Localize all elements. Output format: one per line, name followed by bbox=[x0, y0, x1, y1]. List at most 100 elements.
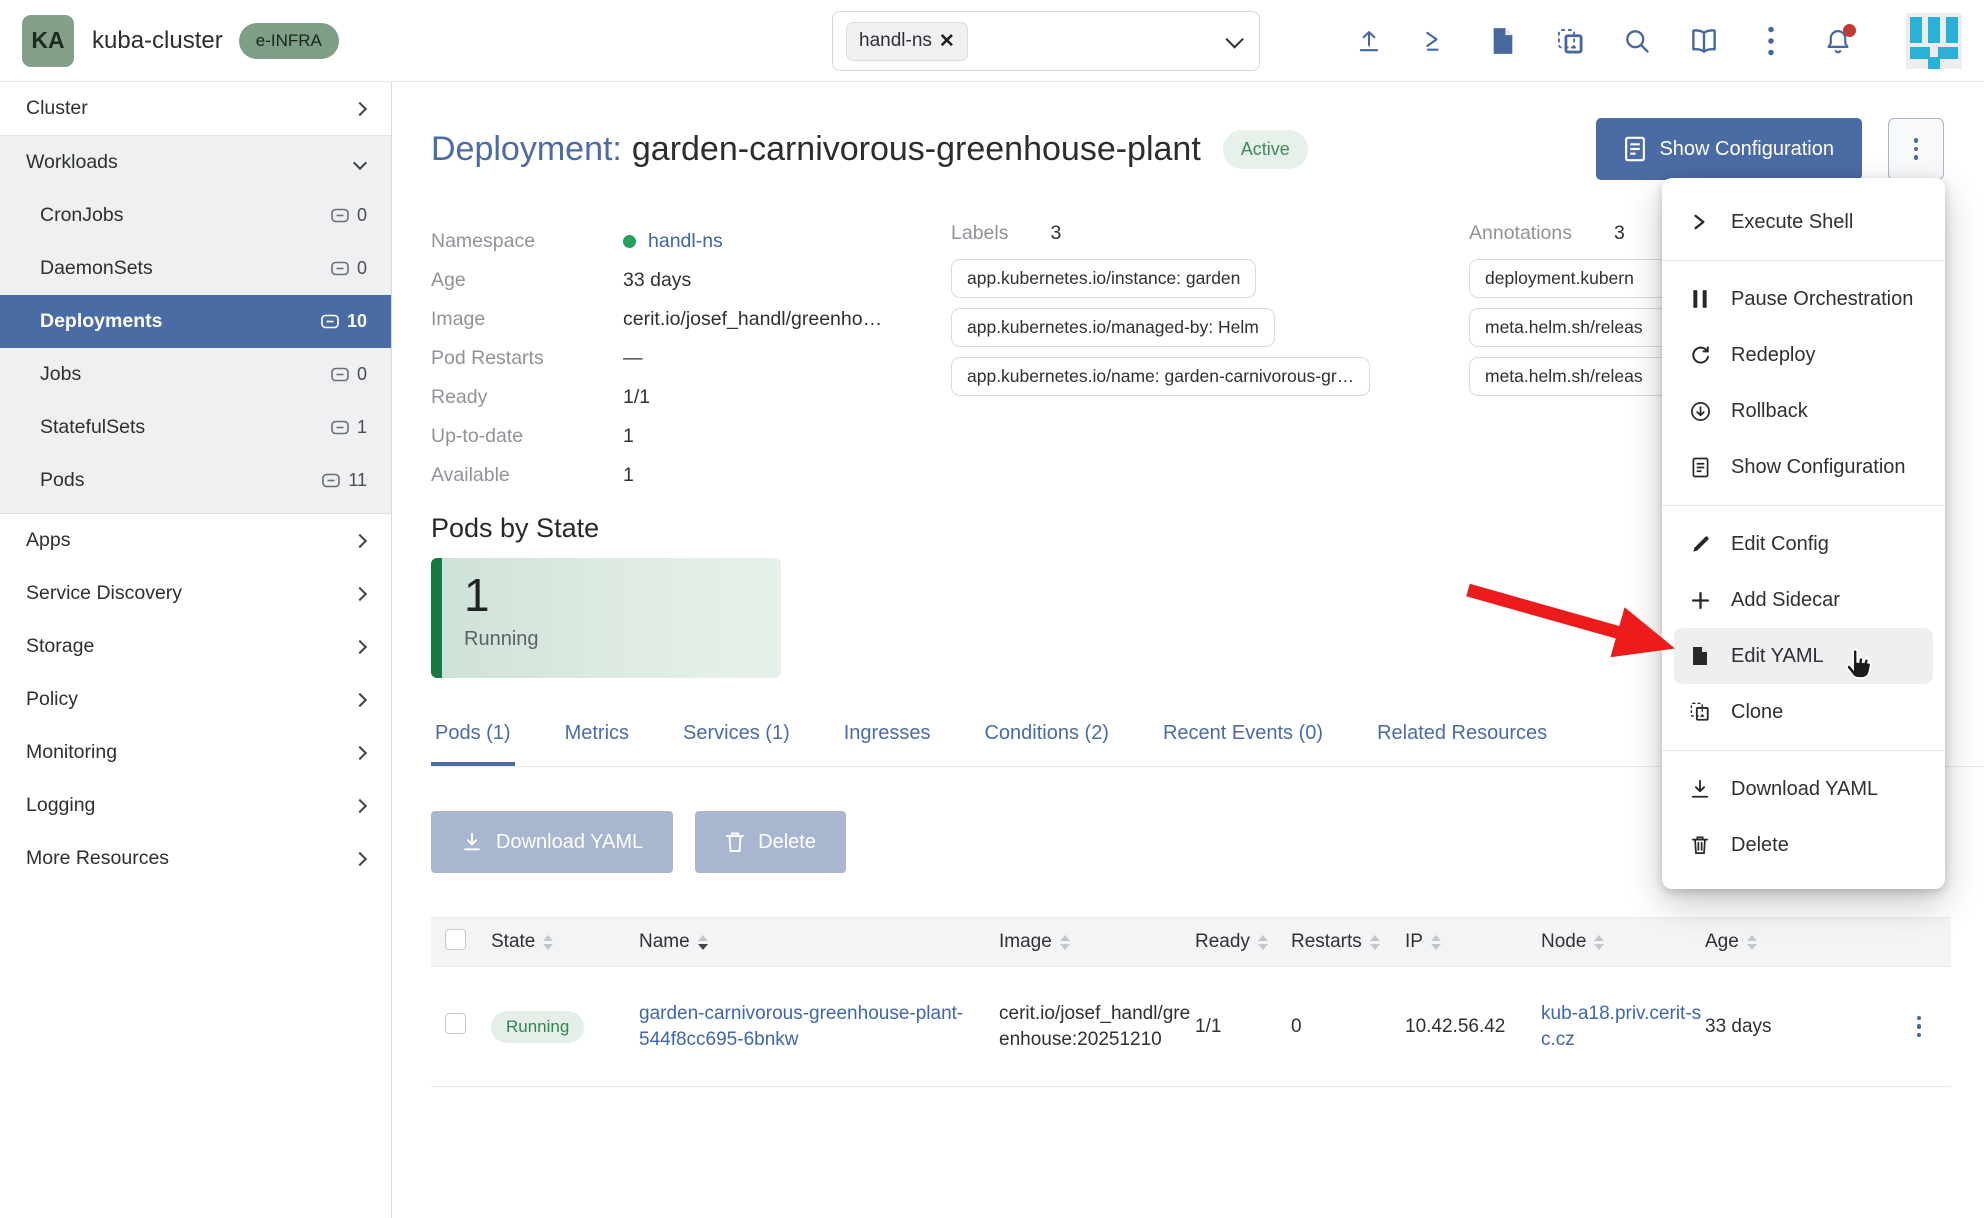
pods-state-card-running[interactable]: 1 Running bbox=[431, 558, 781, 678]
column-header-name[interactable]: Name bbox=[639, 931, 999, 953]
column-header-node[interactable]: Node bbox=[1541, 931, 1705, 953]
chevron-right-icon bbox=[353, 101, 367, 115]
avatar[interactable]: KA bbox=[22, 15, 74, 67]
tab-pods[interactable]: Pods (1) bbox=[431, 722, 515, 766]
resource-actions-menu: Execute Shell Pause Orchestration Redepl… bbox=[1662, 178, 1945, 889]
chevron-right-icon bbox=[353, 851, 367, 865]
menu-item-clone[interactable]: Clone bbox=[1662, 684, 1945, 740]
sidebar-item-pods[interactable]: Pods 11 bbox=[0, 454, 391, 507]
tab-services[interactable]: Services (1) bbox=[679, 722, 794, 766]
cluster-name: kuba-cluster bbox=[92, 27, 223, 55]
column-header-ip[interactable]: IP bbox=[1405, 931, 1541, 953]
column-header-state[interactable]: State bbox=[491, 931, 639, 953]
trash-icon bbox=[1688, 835, 1712, 855]
namespace-status-dot bbox=[623, 235, 636, 248]
pods-table-header: State Name Image Ready Restarts IP Node … bbox=[431, 917, 1951, 967]
labels-column: Labels3 app.kubernetes.io/instance: gard… bbox=[951, 222, 1469, 495]
sidebar-item-logging[interactable]: Logging bbox=[0, 779, 391, 832]
namespace-chip[interactable]: handl-ns ✕ bbox=[846, 22, 968, 61]
rancher-app: KA kuba-cluster e-INFRA handl-ns ✕ bbox=[0, 0, 1984, 1218]
menu-item-edit-config[interactable]: Edit Config bbox=[1662, 516, 1945, 572]
document-lines-icon bbox=[1688, 457, 1712, 478]
namespace-filter[interactable]: handl-ns ✕ bbox=[832, 11, 1260, 71]
column-header-restarts[interactable]: Restarts bbox=[1291, 931, 1405, 953]
menu-item-delete[interactable]: Delete bbox=[1662, 817, 1945, 873]
label-chip: app.kubernetes.io/managed-by: Helm bbox=[951, 308, 1275, 347]
delete-button[interactable]: Delete bbox=[695, 811, 846, 873]
resource-actions-kebab-button[interactable] bbox=[1888, 118, 1944, 180]
sidebar-item-cluster[interactable]: Cluster bbox=[0, 82, 391, 135]
sidebar-item-storage[interactable]: Storage bbox=[0, 620, 391, 673]
sidebar-item-apps[interactable]: Apps bbox=[0, 514, 391, 567]
menu-item-execute-shell[interactable]: Execute Shell bbox=[1662, 194, 1945, 250]
pod-age: 33 days bbox=[1705, 1016, 1869, 1038]
running-label: Running bbox=[464, 628, 781, 651]
tab-conditions[interactable]: Conditions (2) bbox=[980, 722, 1113, 766]
tab-metrics[interactable]: Metrics bbox=[561, 722, 633, 766]
shell-icon bbox=[1688, 213, 1712, 231]
menu-item-download-yaml[interactable]: Download YAML bbox=[1662, 761, 1945, 817]
sidebar-item-deployments[interactable]: Deployments 10 bbox=[0, 295, 391, 348]
labels-count: 3 bbox=[1050, 222, 1061, 245]
menu-item-pause-orchestration[interactable]: Pause Orchestration bbox=[1662, 271, 1945, 327]
menu-item-show-configuration[interactable]: Show Configuration bbox=[1662, 439, 1945, 495]
notifications-bell-icon[interactable] bbox=[1823, 26, 1853, 56]
age-value: 33 days bbox=[623, 269, 691, 292]
menu-item-add-sidecar[interactable]: Add Sidecar bbox=[1662, 572, 1945, 628]
docs-book-icon[interactable] bbox=[1689, 26, 1719, 56]
upload-icon[interactable] bbox=[1354, 26, 1384, 56]
top-header: KA kuba-cluster e-INFRA handl-ns ✕ bbox=[0, 0, 1984, 82]
column-header-image[interactable]: Image bbox=[999, 931, 1195, 953]
pod-name-link[interactable]: garden-carnivorous-greenhouse-plant-544f… bbox=[639, 1003, 963, 1050]
sidebar-item-cronjobs[interactable]: CronJobs 0 bbox=[0, 189, 391, 242]
chevron-right-icon bbox=[353, 639, 367, 653]
namespace-link[interactable]: handl-ns bbox=[648, 230, 723, 253]
row-actions-kebab[interactable] bbox=[1917, 1016, 1922, 1038]
chip-close-icon[interactable]: ✕ bbox=[939, 30, 955, 53]
namespace-chip-label: handl-ns bbox=[859, 30, 932, 52]
count-icon bbox=[331, 420, 349, 435]
file-icon[interactable] bbox=[1488, 26, 1518, 56]
document-icon bbox=[1624, 136, 1646, 162]
cluster-logo[interactable] bbox=[1906, 13, 1962, 69]
label-chip: app.kubernetes.io/instance: garden bbox=[951, 259, 1256, 298]
sidebar-item-service-discovery[interactable]: Service Discovery bbox=[0, 567, 391, 620]
tab-ingresses[interactable]: Ingresses bbox=[840, 722, 935, 766]
chevron-right-icon bbox=[353, 745, 367, 759]
sort-icon bbox=[1258, 935, 1268, 950]
sidebar-item-monitoring[interactable]: Monitoring bbox=[0, 726, 391, 779]
chevron-right-icon bbox=[353, 798, 367, 812]
show-configuration-button[interactable]: Show Configuration bbox=[1596, 118, 1862, 180]
kubectl-shell-icon[interactable] bbox=[1421, 26, 1451, 56]
row-checkbox[interactable] bbox=[445, 1013, 466, 1034]
menu-divider bbox=[1662, 260, 1945, 261]
env-badge: e-INFRA bbox=[239, 23, 339, 59]
select-all-checkbox[interactable] bbox=[445, 929, 466, 950]
search-icon[interactable] bbox=[1622, 26, 1652, 56]
sidebar-item-policy[interactable]: Policy bbox=[0, 673, 391, 726]
menu-item-redeploy[interactable]: Redeploy bbox=[1662, 327, 1945, 383]
tab-related-resources[interactable]: Related Resources bbox=[1373, 722, 1551, 766]
sort-icon bbox=[1431, 935, 1441, 950]
pod-node-link[interactable]: kub-a18.priv.cerit-sc.cz bbox=[1541, 1003, 1701, 1050]
table-row: Running garden-carnivorous-greenhouse-pl… bbox=[431, 967, 1951, 1087]
tab-recent-events[interactable]: Recent Events (0) bbox=[1159, 722, 1327, 766]
sidebar-item-daemonsets[interactable]: DaemonSets 0 bbox=[0, 242, 391, 295]
menu-item-edit-yaml[interactable]: Edit YAML bbox=[1674, 628, 1933, 684]
import-yaml-icon[interactable] bbox=[1555, 26, 1585, 56]
file-solid-icon bbox=[1688, 646, 1712, 666]
image-value: cerit.io/josef_handl/greenho… bbox=[623, 308, 882, 331]
sidebar-item-workloads[interactable]: Workloads bbox=[0, 136, 391, 189]
menu-item-rollback[interactable]: Rollback bbox=[1662, 383, 1945, 439]
column-header-ready[interactable]: Ready bbox=[1195, 931, 1291, 953]
count-icon bbox=[331, 208, 349, 223]
column-header-age[interactable]: Age bbox=[1705, 931, 1869, 953]
pod-restarts-value: — bbox=[623, 347, 643, 370]
resource-type: Deployment: bbox=[431, 130, 622, 169]
kebab-menu-icon[interactable] bbox=[1756, 26, 1786, 56]
kebab-icon bbox=[1914, 138, 1919, 160]
sidebar-item-jobs[interactable]: Jobs 0 bbox=[0, 348, 391, 401]
sidebar-item-statefulsets[interactable]: StatefulSets 1 bbox=[0, 401, 391, 454]
download-yaml-button[interactable]: Download YAML bbox=[431, 811, 673, 873]
sidebar-item-more-resources[interactable]: More Resources bbox=[0, 832, 391, 885]
